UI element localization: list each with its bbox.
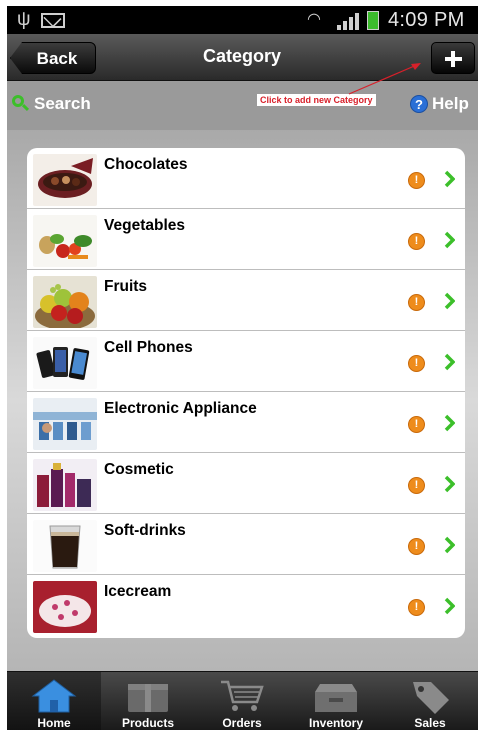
mail-icon	[41, 13, 65, 28]
chevron-right-icon	[444, 292, 455, 310]
usb-icon: ψ	[17, 9, 31, 30]
category-name: Vegetables	[104, 217, 185, 234]
category-row-cosmetic[interactable]: Cosmetic !	[27, 453, 465, 514]
hint-arrow-icon	[348, 63, 421, 95]
chevron-right-icon	[444, 231, 455, 249]
bottom-tab-bar: Home Products Orders Inventory Sales	[7, 671, 478, 730]
category-row-soft-drinks[interactable]: Soft-drinks !	[27, 514, 465, 575]
category-row-fruits[interactable]: Fruits !	[27, 270, 465, 331]
search-label: Search	[34, 94, 91, 113]
chevron-right-icon	[444, 597, 455, 615]
category-row-icecream[interactable]: Icecream !	[27, 575, 465, 636]
fruits-thumbnail	[33, 276, 97, 328]
content-area: Chocolates ! Vegetables ! Fruits ! Cell …	[7, 130, 478, 671]
chocolates-thumbnail	[33, 154, 97, 206]
help-button[interactable]: ? Help	[410, 94, 469, 114]
info-icon[interactable]: !	[408, 477, 425, 494]
search-icon	[12, 95, 30, 113]
signal-icon	[337, 12, 361, 30]
vegetables-thumbnail	[33, 215, 97, 267]
chevron-right-icon	[444, 353, 455, 371]
category-row-electronic-appliance[interactable]: Electronic Appliance !	[27, 392, 465, 453]
cart-icon	[221, 680, 264, 711]
category-name: Electronic Appliance	[104, 400, 257, 417]
category-name: Fruits	[104, 278, 148, 295]
tab-inventory[interactable]: Inventory	[289, 672, 383, 730]
cosmetic-thumbnail	[33, 459, 97, 511]
electronic-appliance-thumbnail	[33, 398, 97, 450]
back-button[interactable]: Back	[10, 42, 96, 74]
status-time: 4:09 PM	[388, 9, 465, 31]
battery-icon	[367, 11, 379, 30]
chevron-right-icon	[444, 475, 455, 493]
icecream-thumbnail	[33, 581, 97, 633]
tab-label: Home	[37, 716, 71, 730]
info-icon[interactable]: !	[408, 355, 425, 372]
category-name: Icecream	[104, 583, 172, 600]
chevron-right-icon	[444, 536, 455, 554]
tab-home[interactable]: Home	[7, 672, 101, 730]
category-row-chocolates[interactable]: Chocolates !	[27, 148, 465, 209]
category-row-cell-phones[interactable]: Cell Phones !	[27, 331, 465, 392]
tab-sales[interactable]: Sales	[383, 672, 477, 730]
help-label: Help	[432, 94, 469, 113]
category-row-vegetables[interactable]: Vegetables !	[27, 209, 465, 270]
add-category-button[interactable]	[431, 42, 475, 74]
chevron-right-icon	[444, 414, 455, 432]
info-icon[interactable]: !	[408, 538, 425, 555]
category-name: Cosmetic	[104, 461, 174, 478]
help-icon: ?	[410, 95, 428, 113]
chevron-right-icon	[444, 170, 455, 188]
search-button[interactable]: Search	[12, 92, 91, 116]
tab-label: Sales	[414, 716, 446, 730]
info-icon[interactable]: !	[408, 416, 425, 433]
products-icon	[128, 684, 168, 712]
page-title: Category	[202, 46, 282, 66]
info-icon[interactable]: !	[408, 172, 425, 189]
tab-label: Inventory	[308, 716, 363, 730]
tag-icon	[413, 682, 449, 714]
tab-products[interactable]: Products	[101, 672, 195, 730]
phone-screen: ψ ◠ 4:09 PM Back Category Search Click t…	[7, 6, 478, 730]
soft-drinks-thumbnail	[33, 520, 97, 572]
info-icon[interactable]: !	[408, 294, 425, 311]
cell-phones-thumbnail	[33, 337, 97, 389]
category-name: Chocolates	[104, 156, 188, 173]
info-icon[interactable]: !	[408, 599, 425, 616]
home-icon	[31, 679, 77, 713]
status-bar: ψ ◠ 4:09 PM	[7, 6, 478, 34]
category-name: Cell Phones	[104, 339, 193, 356]
tab-label: Products	[121, 716, 174, 730]
tab-orders[interactable]: Orders	[195, 672, 289, 730]
wifi-icon: ◠	[307, 11, 321, 28]
toolbar: Search Click to add new Category ? Help	[7, 63, 478, 130]
tab-label: Orders	[222, 716, 262, 730]
inventory-icon	[315, 684, 357, 712]
info-icon[interactable]: !	[408, 233, 425, 250]
category-name: Soft-drinks	[104, 522, 186, 539]
category-list: Chocolates ! Vegetables ! Fruits ! Cell …	[27, 148, 465, 638]
